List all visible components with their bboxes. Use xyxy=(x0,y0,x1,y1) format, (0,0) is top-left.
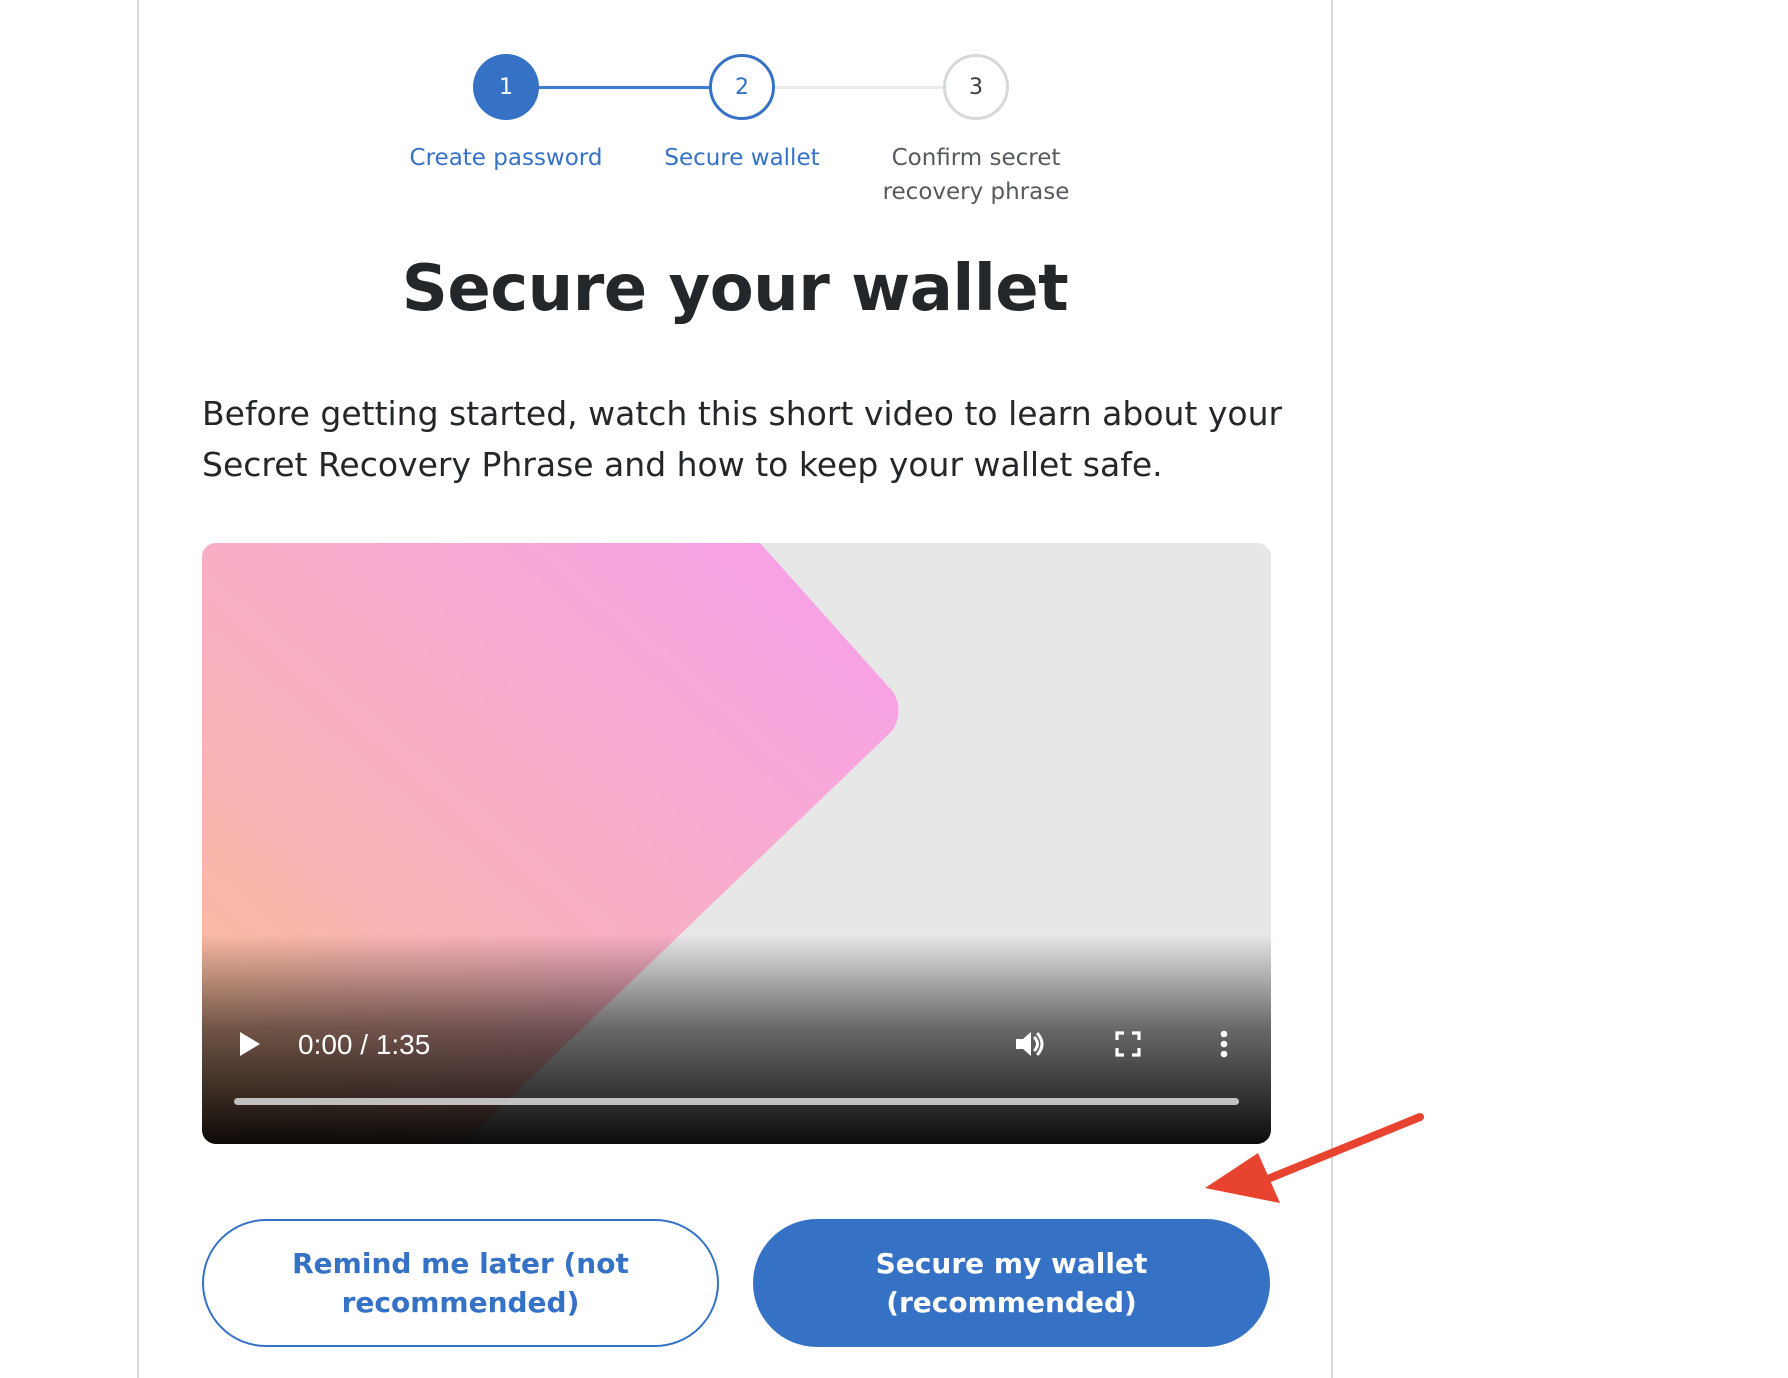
secure-my-wallet-button[interactable]: Secure my wallet (recommended) xyxy=(753,1219,1270,1347)
step-1-indicator: 1 xyxy=(473,54,539,120)
page-title: Secure your wallet xyxy=(401,252,1069,326)
step-3-indicator: 3 xyxy=(943,54,1009,120)
play-icon[interactable] xyxy=(240,1032,260,1056)
video-progress-bar[interactable] xyxy=(234,1098,1239,1105)
annotation-arrow-icon xyxy=(1205,1113,1424,1203)
remind-me-later-button[interactable]: Remind me later (not recommended) xyxy=(202,1219,719,1347)
page-description: Before getting started, watch this short… xyxy=(202,394,1283,484)
step-3-label: Confirm secret recovery phrase xyxy=(882,145,1070,205)
video-time-display: 0:00 / 1:35 xyxy=(298,1029,431,1060)
secure-my-wallet-label: Secure my wallet (recommended) xyxy=(875,1247,1148,1319)
step-2-label: Secure wallet xyxy=(664,145,820,171)
more-options-icon[interactable] xyxy=(1204,1024,1244,1064)
page: 1 2 3 Create password Secure wallet Conf… xyxy=(0,0,1788,1378)
step-1-number: 1 xyxy=(499,74,513,100)
step-2-indicator: 2 xyxy=(709,54,775,120)
volume-icon[interactable] xyxy=(1010,1024,1050,1064)
fullscreen-icon[interactable] xyxy=(1108,1024,1148,1064)
step-3-number: 3 xyxy=(969,74,983,100)
step-connector-1-2 xyxy=(538,86,710,89)
step-1-label: Create password xyxy=(409,145,603,171)
remind-me-later-label: Remind me later (not recommended) xyxy=(292,1247,629,1319)
video-player[interactable]: 0:00 / 1:35 xyxy=(202,543,1271,1144)
step-connector-2-3 xyxy=(774,86,944,89)
step-2-number: 2 xyxy=(735,74,749,100)
